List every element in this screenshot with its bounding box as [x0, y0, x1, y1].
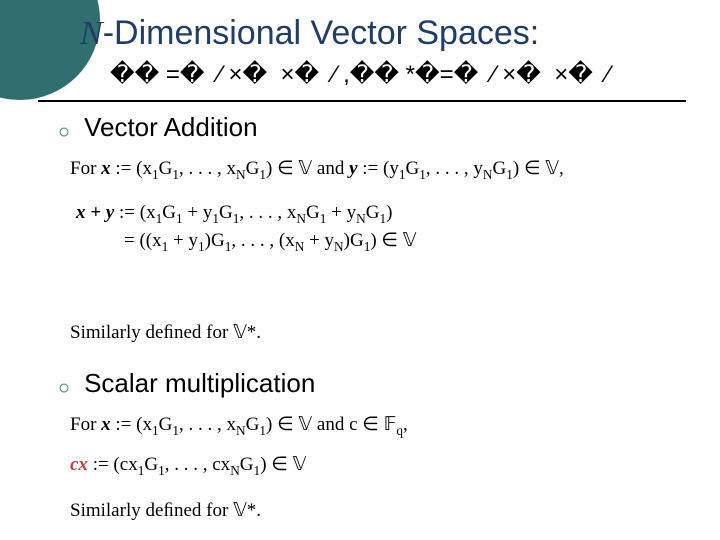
math-similarly-1: Similarly deﬁned for 𝕍*. [70, 320, 261, 347]
title-underline [38, 100, 686, 102]
math-for-xy: For x := (x1G1, . . . , xNG1) ∈ 𝕍 and y … [70, 156, 564, 184]
bullet-icon: ○ [58, 378, 70, 398]
bullet-label: Vector Addition [84, 112, 257, 143]
title-italic-n: N [80, 15, 103, 52]
slide: N-Dimensional Vector Spaces: �� =� ⁄ ×� … [0, 0, 720, 540]
subtitle-equation-garbled: �� =� ⁄ ×� ×� ⁄ ,�� *�=� ⁄ ×� ×� ⁄ [110, 60, 610, 89]
math-similarly-2: Similarly deﬁned for 𝕍*. [70, 498, 261, 525]
bullet-vector-addition: ○ Vector Addition [58, 112, 258, 143]
slide-title: N-Dimensional Vector Spaces: [80, 14, 539, 53]
math-x-plus-y: x + y := (x1G1 + y1G1, . . . , xNG1 + yN… [70, 200, 416, 257]
bullet-label: Scalar multiplication [84, 368, 315, 399]
math-for-x-c: For x := (x1G1, . . . , xNG1) ∈ 𝕍 and c … [70, 412, 408, 440]
math-cx: cx := (cx1G1, . . . , cxNG1) ∈ 𝕍 [70, 452, 306, 480]
bullet-icon: ○ [58, 122, 70, 142]
bullet-scalar-mult: ○ Scalar multiplication [58, 368, 315, 399]
title-rest: -Dimensional Vector Spaces: [103, 14, 540, 52]
